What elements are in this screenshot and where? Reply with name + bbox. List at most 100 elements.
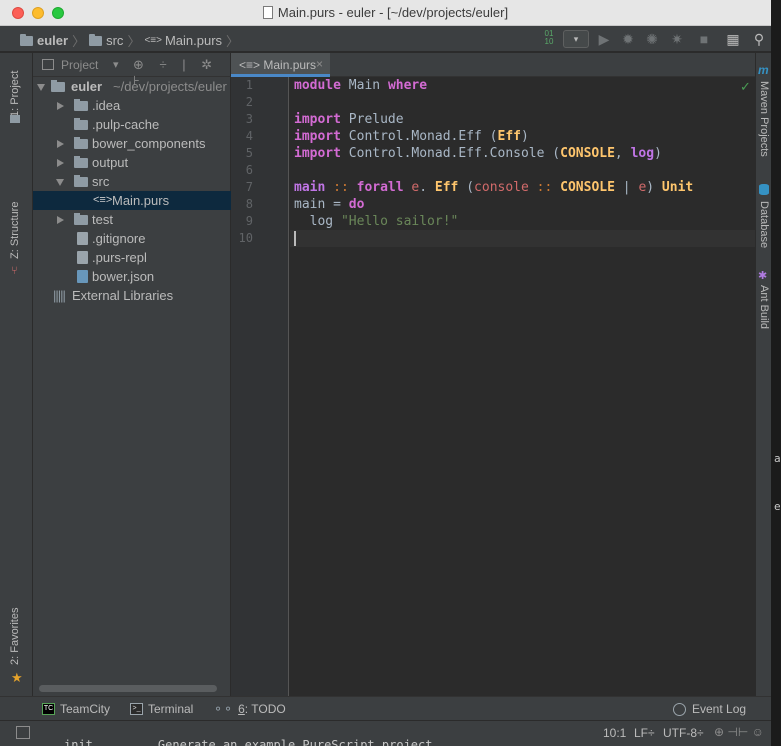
code-token: module <box>294 78 341 93</box>
code-token: import <box>294 146 341 161</box>
tab-main-purs[interactable]: <≡> Main.purs × <box>231 53 330 77</box>
tab-favorites[interactable]: 2: Favorites <box>9 608 21 665</box>
tree-item-purs-repl[interactable]: .purs-repl <box>33 248 231 267</box>
navigation-bar: euler 〉 src 〉 <≡> Main.purs 〉 01 10 ▾ ▶ ✹… <box>0 26 771 52</box>
file-encoding[interactable]: UTF-8÷ <box>663 726 704 740</box>
binary-icon[interactable]: 01 10 <box>540 30 558 48</box>
database-icon <box>759 184 769 195</box>
project-panel-header: Project ▾ ⊕ ÷ | ✲ ⊦ <box>33 53 231 88</box>
tree-item-pulp-cache[interactable]: .pulp-cache <box>33 115 231 134</box>
code-line: import Control.Monad.Eff (Eff) <box>294 128 529 145</box>
code-token: import <box>294 129 341 144</box>
tab-structure[interactable]: Z: Structure <box>9 202 21 259</box>
caret-position[interactable]: 10:1 <box>603 726 626 740</box>
line-number: 2 <box>245 95 253 109</box>
expand-arrow-icon[interactable] <box>56 179 64 186</box>
collapse-arrow-icon[interactable] <box>57 102 64 110</box>
expand-arrow-icon[interactable] <box>37 84 45 91</box>
breadcrumb-src[interactable]: src <box>106 33 123 48</box>
breadcrumb-main-purs[interactable]: Main.purs <box>165 33 222 48</box>
code-token: Unit <box>661 180 694 195</box>
breadcrumb-euler[interactable]: euler <box>37 33 68 48</box>
line-separator[interactable]: LF÷ <box>634 726 655 740</box>
tab-label: <≡> Main.purs <box>239 58 317 72</box>
tree-item-gitignore[interactable]: .gitignore <box>33 229 231 248</box>
tool-event-log[interactable]: Event Log <box>673 702 746 716</box>
libraries-icon: ||||| <box>53 288 66 303</box>
title-bar: Main.purs - euler - [~/dev/projects/eule… <box>0 0 771 26</box>
tab-project[interactable]: 1: Project <box>9 71 21 117</box>
run-configuration-dropdown[interactable]: ▾ <box>563 30 589 48</box>
tree-item-src[interactable]: src <box>33 172 231 191</box>
code-token: ( <box>458 180 475 195</box>
tab-maven-projects[interactable]: Maven Projects <box>758 81 770 157</box>
ide-window: Main.purs - euler - [~/dev/projects/eule… <box>0 0 771 746</box>
tool-todo[interactable]: ⚬⚬ 6: TODO <box>213 702 286 716</box>
collapse-arrow-icon[interactable] <box>57 159 64 167</box>
line-number: 8 <box>245 197 253 211</box>
event-log-icon <box>673 702 686 716</box>
code-line: module Main where <box>294 77 427 94</box>
code-token: import <box>294 112 341 127</box>
tool-teamcity[interactable]: TC TeamCity <box>42 702 110 716</box>
tree-item-external-libraries[interactable]: ||||| External Libraries <box>33 286 231 305</box>
background-text: e <box>774 500 781 513</box>
run-icon[interactable]: ▶ <box>595 30 613 48</box>
code-token: "Hello sailor!" <box>340 214 459 229</box>
debug-icon[interactable]: ✹ <box>619 30 637 48</box>
close-tab-icon[interactable]: × <box>316 57 323 71</box>
tree-item-idea[interactable]: .idea <box>33 96 231 115</box>
tool-terminal[interactable]: >_ Terminal <box>130 702 193 716</box>
code-line: main = do <box>294 196 364 213</box>
tree-item-main-purs[interactable]: <≡> Main.purs <box>33 191 231 210</box>
text-file-icon <box>77 232 88 245</box>
code-token: :: <box>325 180 357 195</box>
terminal-icon: >_ <box>130 703 143 715</box>
code-token: . <box>419 180 435 195</box>
background-terminal <box>771 0 781 746</box>
tree-item-euler[interactable]: euler ~/dev/projects/euler <box>33 77 231 96</box>
search-icon[interactable]: ⚲ <box>750 30 768 48</box>
favorites-star-icon: ★ <box>11 670 23 685</box>
tree-item-bower-components[interactable]: bower_components <box>33 134 231 153</box>
profile-icon[interactable]: ✷ <box>668 30 686 48</box>
breadcrumb: euler 〉 src 〉 <≡> Main.purs 〉 <box>20 31 243 50</box>
folder-icon <box>74 99 88 111</box>
folder-icon <box>74 156 88 168</box>
status-icons[interactable]: ⊕ ⊣⊢ ☺ <box>714 725 764 739</box>
tree-item-bower-json[interactable]: bower.json <box>33 267 231 286</box>
editor: <≡> Main.purs × 1 2 3 4 5 6 7 8 9 10 module Main … <box>231 53 755 696</box>
tool-windows-toggle-icon[interactable] <box>16 726 30 739</box>
coverage-icon[interactable]: ✺ <box>643 30 661 48</box>
project-panel: Project ▾ ⊕ ÷ | ✲ ⊦ euler ~/dev/projects… <box>33 53 231 696</box>
maven-icon: m <box>758 63 769 77</box>
project-view-icon <box>42 59 54 70</box>
right-tool-strip: m Maven Projects Database ✱ Ant Build <box>755 53 771 696</box>
todo-icon: ⚬⚬ <box>213 702 234 716</box>
project-view-selector[interactable]: Project <box>61 58 98 72</box>
horizontal-scrollbar[interactable] <box>39 685 217 692</box>
line-number: 1 <box>245 78 253 92</box>
purs-file-icon: <≡> <box>93 194 113 206</box>
code-token: Control.Monad.Eff.Console ( <box>340 146 561 161</box>
folder-icon <box>74 213 88 225</box>
code-token: main <box>294 180 326 195</box>
code-token: ) <box>521 129 529 144</box>
project-structure-icon[interactable]: ▦ <box>724 30 742 48</box>
background-text: a <box>774 452 781 465</box>
collapse-arrow-icon[interactable] <box>57 216 64 224</box>
collapse-arrow-icon[interactable] <box>57 140 64 148</box>
stop-icon[interactable]: ■ <box>695 30 713 48</box>
tree-item-test[interactable]: test <box>33 210 231 229</box>
tab-database[interactable]: Database <box>758 201 770 248</box>
folder-icon <box>74 175 88 187</box>
tree-item-output[interactable]: output <box>33 153 231 172</box>
tab-ant-build[interactable]: Ant Build <box>758 285 770 329</box>
current-line-highlight <box>290 230 755 247</box>
chevron-down-icon[interactable]: ▾ <box>113 58 119 71</box>
code-token: do <box>348 197 365 212</box>
bottom-tool-bar: TC TeamCity >_ Terminal ⚬⚬ 6: TODO Event… <box>0 696 771 720</box>
code-token: ) <box>646 180 662 195</box>
breadcrumb-separator: 〉 <box>127 34 141 49</box>
background-terminal-line: init Generate an example PureScript proj… <box>64 738 433 746</box>
